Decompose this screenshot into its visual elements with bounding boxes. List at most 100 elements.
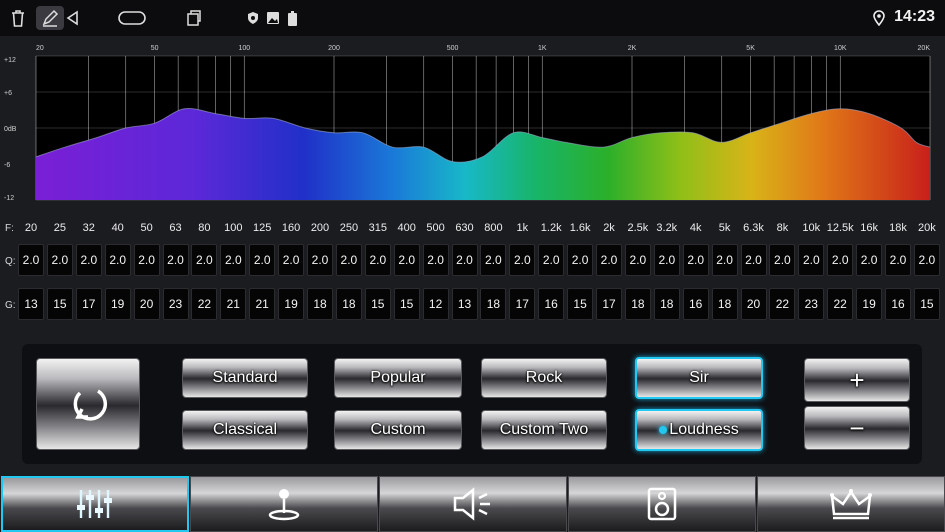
band-q-value[interactable]: 2.0	[191, 244, 218, 276]
band-frequency: 4k	[689, 222, 702, 234]
tab-balance[interactable]	[190, 476, 378, 532]
band-q-value[interactable]: 2.0	[249, 244, 276, 276]
band-q-value[interactable]: 2.0	[133, 244, 160, 276]
home-pill-icon[interactable]	[118, 6, 146, 30]
band-q-value[interactable]: 2.0	[624, 244, 651, 276]
band-frequency: 2k	[603, 222, 615, 234]
band-q-value[interactable]: 2.0	[885, 244, 911, 276]
band-gain-value[interactable]: 18	[653, 288, 680, 320]
band-q-value[interactable]: 2.0	[653, 244, 680, 276]
speaker-icon	[453, 487, 490, 521]
gain-minus-button[interactable]: −	[804, 406, 910, 450]
recents-icon[interactable]	[186, 6, 202, 30]
band-q-value[interactable]: 2.0	[509, 244, 536, 276]
back-triangle-icon[interactable]	[64, 6, 80, 30]
band-gain-value[interactable]: 18	[335, 288, 362, 320]
preset-classical-button[interactable]: Classical	[182, 410, 308, 450]
band-gain-value[interactable]: 19	[856, 288, 883, 320]
band-gain-value[interactable]: 15	[393, 288, 420, 320]
band-gain-value[interactable]: 17	[509, 288, 536, 320]
band-gain-value[interactable]: 23	[162, 288, 189, 320]
top-freq-label: 20K	[918, 45, 931, 52]
band-q-value[interactable]: 2.0	[422, 244, 449, 276]
top-freq-label: 1K	[538, 45, 547, 52]
band-gain-value[interactable]: 18	[624, 288, 651, 320]
band-gain-value[interactable]: 17	[75, 288, 102, 320]
band-gain-value[interactable]: 22	[769, 288, 796, 320]
tab-equalizer[interactable]	[1, 476, 189, 532]
band-q-value[interactable]: 2.0	[798, 244, 825, 276]
preset-custom-button[interactable]: Custom	[334, 410, 462, 450]
band-gain-value[interactable]: 15	[913, 288, 940, 320]
band-frequency: 80	[198, 222, 211, 234]
band-q-value[interactable]: 2.0	[480, 244, 507, 276]
band-gain-value[interactable]: 19	[104, 288, 131, 320]
tab-sound-effects[interactable]	[379, 476, 567, 532]
band-q-value[interactable]: 2.0	[451, 244, 478, 276]
band-gain-value[interactable]: 18	[711, 288, 738, 320]
band-q-value[interactable]: 2.0	[711, 244, 738, 276]
band-q-value[interactable]: 2.0	[278, 244, 305, 276]
band-q-value[interactable]: 2.0	[307, 244, 333, 276]
preset-sir-button[interactable]: Sir	[635, 357, 763, 399]
loudness-toggle-button[interactable]: Loudness	[635, 409, 763, 451]
band-gain-value[interactable]: 22	[191, 288, 218, 320]
band-gain-value[interactable]: 16	[682, 288, 709, 320]
band-gain-value[interactable]: 21	[249, 288, 276, 320]
db-label: +6	[4, 90, 12, 97]
preset-standard-button[interactable]: Standard	[182, 358, 308, 398]
band-gain-value[interactable]: 23	[798, 288, 825, 320]
band-gain-value[interactable]: 18	[480, 288, 507, 320]
tab-subwoofer[interactable]	[568, 476, 756, 532]
band-gain-value[interactable]: 20	[740, 288, 767, 320]
band-gain-value[interactable]: 22	[827, 288, 854, 320]
band-q-value[interactable]: 2.0	[596, 244, 622, 276]
band-frequency: 200	[310, 222, 330, 234]
preset-popular-button[interactable]: Popular	[334, 358, 462, 398]
band-q-value[interactable]: 2.0	[18, 244, 44, 276]
band-q-value[interactable]: 2.0	[104, 244, 131, 276]
band-gain-value[interactable]: 13	[451, 288, 478, 320]
band-frequency: 16k	[860, 222, 878, 234]
band-q-value[interactable]: 2.0	[769, 244, 796, 276]
band-gain-value[interactable]: 17	[596, 288, 622, 320]
band-q-value[interactable]: 2.0	[856, 244, 883, 276]
band-q-value[interactable]: 2.0	[538, 244, 565, 276]
band-q-value[interactable]: 2.0	[75, 244, 102, 276]
band-gain-value[interactable]: 19	[278, 288, 305, 320]
band-frequency: 3.2k	[656, 222, 678, 234]
gain-plus-button[interactable]: +	[804, 358, 910, 402]
band-gain-value[interactable]: 18	[307, 288, 333, 320]
preset-custom-two-button[interactable]: Custom Two	[481, 410, 607, 450]
band-gain-value[interactable]: 15	[364, 288, 391, 320]
band-gain-value[interactable]: 13	[18, 288, 44, 320]
band-gain-value[interactable]: 16	[885, 288, 911, 320]
band-q-value[interactable]: 2.0	[913, 244, 940, 276]
band-q-value[interactable]: 2.0	[393, 244, 420, 276]
band-gain-value[interactable]: 20	[133, 288, 160, 320]
band-gain-value[interactable]: 12	[422, 288, 449, 320]
spectrum-graph[interactable]: 20 50 100 200 500 1K 2K 5K 10K 20K +12 +6 0dB -6 -12	[0, 36, 945, 214]
band-q-value[interactable]: 2.0	[827, 244, 854, 276]
pencil-icon[interactable]	[36, 6, 64, 30]
band-q-value[interactable]: 2.0	[567, 244, 594, 276]
band-q-value[interactable]: 2.0	[682, 244, 709, 276]
band-gain-value[interactable]: 15	[567, 288, 594, 320]
band-q-value[interactable]: 2.0	[335, 244, 362, 276]
band-q-value[interactable]: 2.0	[364, 244, 391, 276]
tab-premium[interactable]	[757, 476, 945, 532]
band-frequency: 100	[224, 222, 243, 234]
band-gain-value[interactable]: 16	[538, 288, 565, 320]
band-gain-value[interactable]: 21	[220, 288, 247, 320]
band-q-value[interactable]: 2.0	[740, 244, 767, 276]
db-label: 0dB	[4, 126, 17, 133]
band-q-value[interactable]: 2.0	[220, 244, 247, 276]
band-gain-value[interactable]: 15	[46, 288, 73, 320]
band-q-value[interactable]: 2.0	[46, 244, 73, 276]
top-freq-label: 2K	[628, 45, 637, 52]
preset-rock-button[interactable]: Rock	[481, 358, 607, 398]
trash-icon[interactable]	[6, 6, 30, 30]
band-frequency: 5k	[718, 222, 731, 234]
reset-button[interactable]	[36, 358, 140, 450]
band-q-value[interactable]: 2.0	[162, 244, 189, 276]
